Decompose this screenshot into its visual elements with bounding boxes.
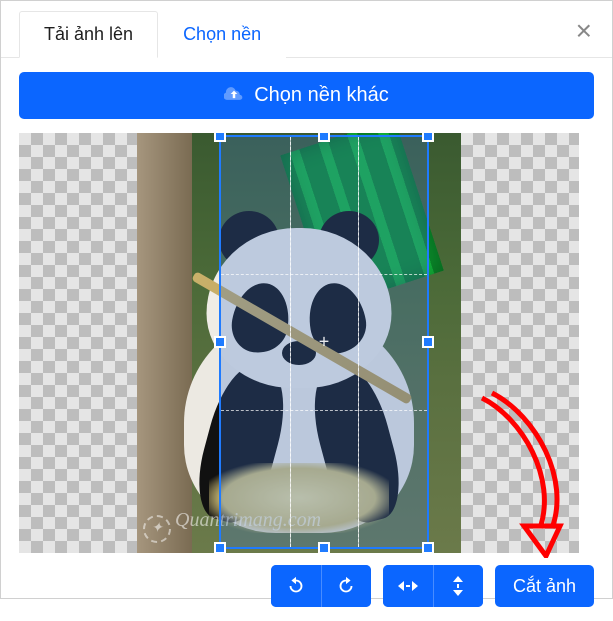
crop-handle-bottom[interactable]	[318, 542, 330, 553]
flip-group	[383, 565, 483, 607]
crop-selection[interactable]: +	[219, 135, 429, 549]
flip-horizontal-icon	[396, 577, 420, 595]
rotate-left-button[interactable]	[271, 565, 321, 607]
choose-other-background-label: Chọn nền khác	[254, 84, 389, 106]
image-canvas: ✦Quantrimang.com +	[19, 133, 579, 553]
crop-handle-top-left[interactable]	[214, 133, 226, 142]
transparency-checker-left	[19, 133, 137, 553]
crop-handle-top-right[interactable]	[422, 133, 434, 142]
crop-toolbar: Cắt ảnh	[19, 565, 594, 607]
crop-handle-top[interactable]	[318, 133, 330, 142]
crop-handle-bottom-right[interactable]	[422, 542, 434, 553]
crop-handle-right[interactable]	[422, 336, 434, 348]
crop-center-icon: +	[319, 332, 330, 353]
rotate-right-icon	[335, 575, 357, 597]
rotate-group	[271, 565, 371, 607]
transparency-checker-right	[461, 133, 579, 553]
crop-handle-left[interactable]	[214, 336, 226, 348]
tab-bar: Tải ảnh lên Chọn nền ×	[1, 11, 612, 58]
rotate-left-icon	[285, 575, 307, 597]
crop-handle-bottom-left[interactable]	[214, 542, 226, 553]
close-icon[interactable]: ×	[576, 17, 592, 45]
flip-vertical-button[interactable]	[433, 565, 483, 607]
flip-horizontal-button[interactable]	[383, 565, 433, 607]
choose-other-background-button[interactable]: Chọn nền khác	[19, 72, 594, 119]
crop-button[interactable]: Cắt ảnh	[495, 565, 594, 607]
tab-choose-background[interactable]: Chọn nền	[158, 11, 286, 58]
flip-vertical-icon	[449, 574, 467, 598]
tab-upload[interactable]: Tải ảnh lên	[19, 11, 158, 58]
upload-icon	[224, 85, 244, 103]
rotate-right-button[interactable]	[321, 565, 371, 607]
image-crop-dialog: Tải ảnh lên Chọn nền × Chọn nền khác	[1, 1, 612, 621]
